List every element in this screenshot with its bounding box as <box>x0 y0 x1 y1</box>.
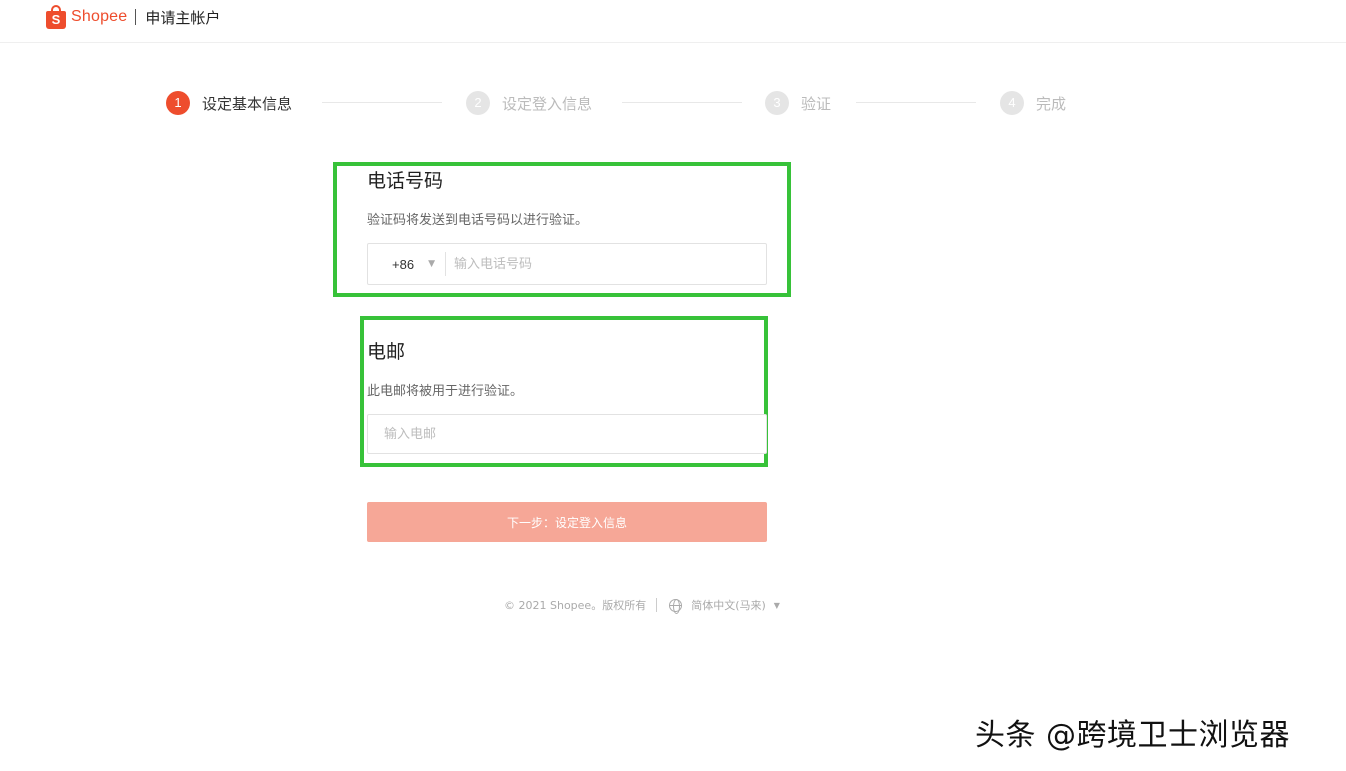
country-code-value: +86 <box>392 256 415 272</box>
step-number: 1 <box>166 91 190 115</box>
globe-icon <box>669 598 683 614</box>
watermark-text: 头条 @跨境卫士浏览器 <box>975 718 1291 753</box>
progress-stepper: 1 设定基本信息 2 设定登入信息 3 验证 4 完成 <box>166 90 1076 116</box>
footer-divider <box>656 598 658 612</box>
phone-section-desc: 验证码将发送到电话号码以进行验证。 <box>367 213 589 228</box>
step-label: 验证 <box>801 94 832 113</box>
input-divider <box>445 252 446 276</box>
step-label: 设定基本信息 <box>202 94 293 113</box>
shopee-logo[interactable]: S Shopee 申请主帐户 <box>46 3 220 31</box>
email-section-desc: 此电邮将被用于进行验证。 <box>367 384 524 399</box>
phone-section-title: 电话号码 <box>367 170 444 192</box>
step-2: 2 设定登入信息 <box>466 90 592 116</box>
chevron-down-icon: ▼ <box>428 259 435 269</box>
page-title: 申请主帐户 <box>145 8 221 27</box>
phone-input-group: +86 ▼ <box>367 243 767 285</box>
step-connector <box>622 102 742 103</box>
step-1: 1 设定基本信息 <box>166 90 292 116</box>
email-input-group <box>367 414 767 454</box>
email-input[interactable] <box>384 415 754 453</box>
phone-input[interactable] <box>454 244 754 284</box>
next-step-button[interactable]: 下一步：设定登入信息 <box>367 502 767 542</box>
step-number: 4 <box>1000 91 1024 115</box>
step-connector <box>322 102 442 103</box>
email-section-title: 电邮 <box>367 341 406 363</box>
header-divider <box>135 9 137 25</box>
footer: © 2021 Shopee。版权所有 简体中文(马来) ▼ <box>504 596 780 614</box>
shopee-bag-icon: S <box>46 5 66 29</box>
chevron-down-icon[interactable]: ▼ <box>774 601 780 610</box>
step-4: 4 完成 <box>1000 90 1066 116</box>
step-number: 2 <box>466 91 490 115</box>
step-label: 设定登入信息 <box>502 94 593 113</box>
top-header: S Shopee 申请主帐户 <box>0 0 1346 43</box>
copyright-text: © 2021 Shopee。版权所有 <box>504 599 647 612</box>
step-connector <box>856 102 976 103</box>
step-number: 3 <box>765 91 789 115</box>
step-3: 3 验证 <box>765 90 831 116</box>
step-label: 完成 <box>1036 94 1067 113</box>
logo-text: Shopee <box>71 8 128 25</box>
language-selector[interactable]: 简体中文(马来) <box>691 597 766 613</box>
country-code-select[interactable]: +86 ▼ <box>368 244 446 284</box>
